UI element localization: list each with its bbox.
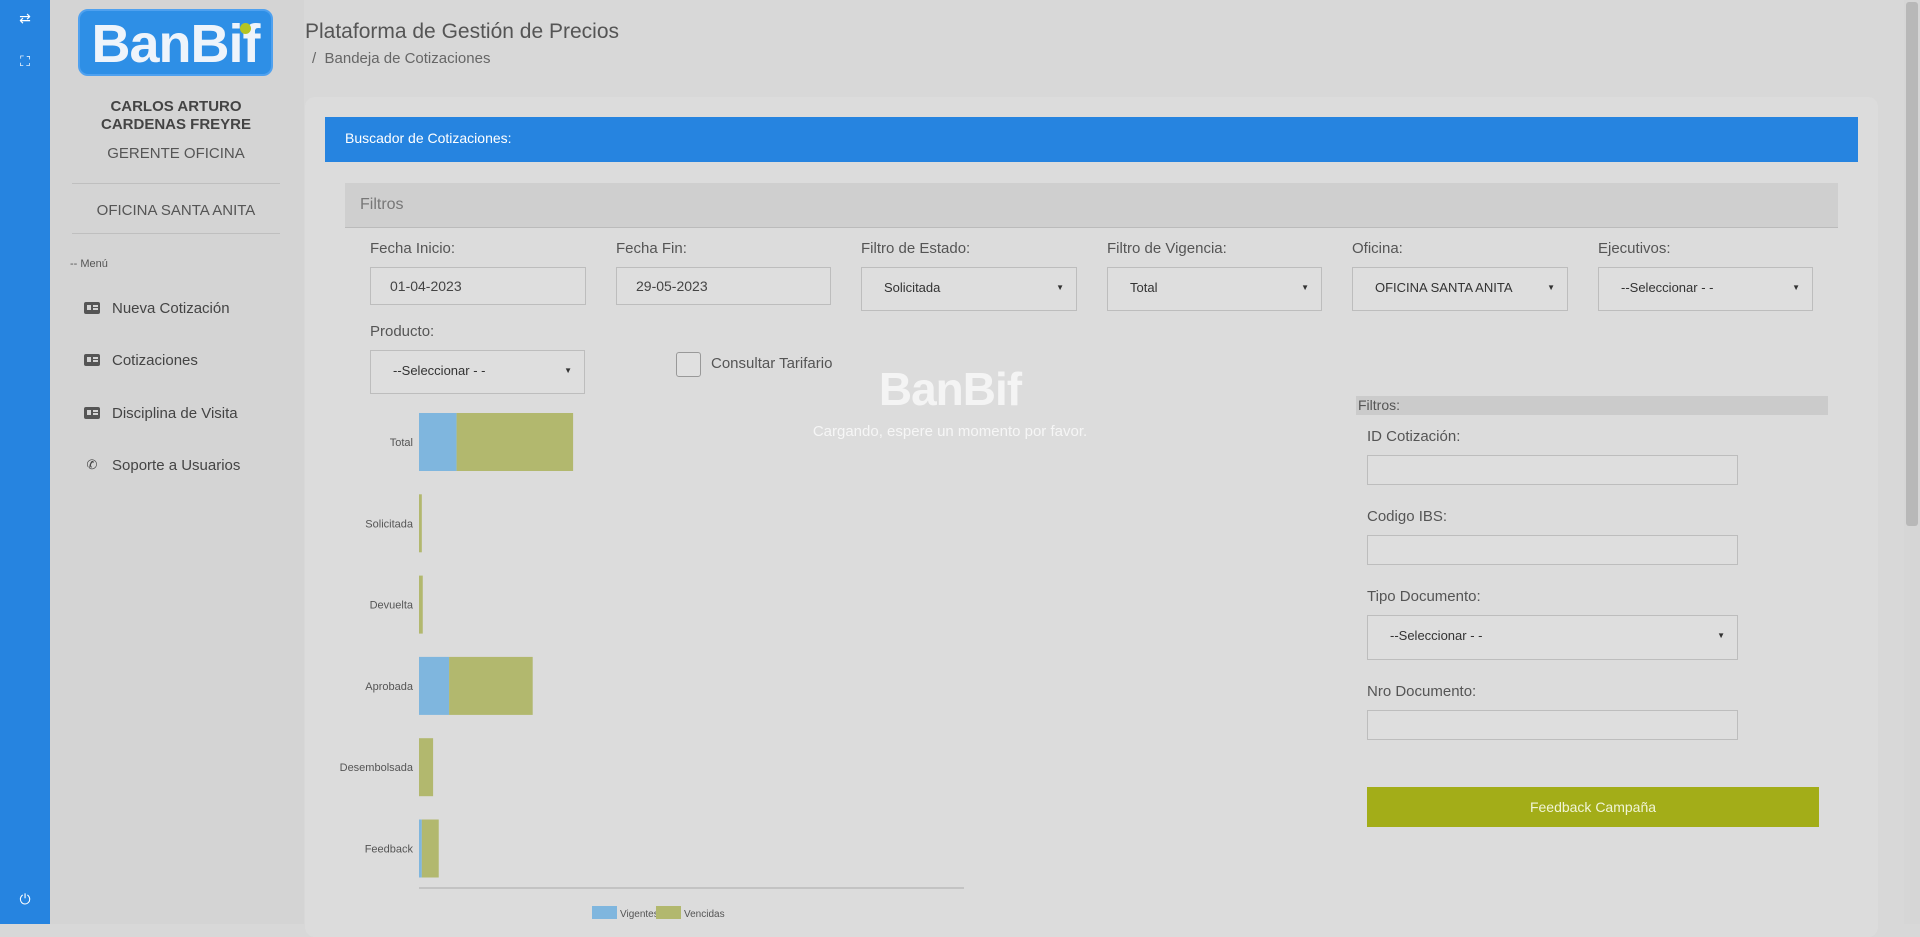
id-cotizacion-input[interactable] <box>1367 455 1738 485</box>
bar-vencidas-desembolsada <box>419 738 434 797</box>
tipo-documento-value: --Seleccionar - - <box>1390 628 1483 643</box>
producto-value: --Seleccionar - - <box>393 363 486 378</box>
category-label: Aprobada <box>365 681 414 693</box>
sidebar-item-label: Soporte a Usuarios <box>112 456 241 474</box>
id-card-icon <box>84 407 100 419</box>
category-label: Solicitada <box>365 518 414 530</box>
fecha-fin-input[interactable]: 29-05-2023 <box>616 267 831 305</box>
category-label: Devuelta <box>370 600 414 612</box>
bar-vencidas-feedback <box>421 819 439 878</box>
tarifario-label[interactable]: Consultar Tarifario <box>711 355 832 372</box>
bar-vigentes-feedback <box>419 819 422 878</box>
right-filters-header: Filtros: <box>1356 396 1828 415</box>
caret-down-icon: ▼ <box>564 366 572 375</box>
phone-icon: ✆ <box>86 457 98 472</box>
legend-swatch-vencidas <box>656 906 681 919</box>
vigencia-select[interactable]: Total ▼ <box>1107 267 1322 311</box>
user-role: GERENTE OFICINA <box>107 145 245 162</box>
oficina-value: OFICINA SANTA ANITA <box>1375 280 1513 295</box>
legend-label-vencidas: Vencidas <box>684 909 725 920</box>
codigo-ibs-label: Codigo IBS: <box>1367 508 1448 525</box>
id-cotizacion-label: ID Cotización: <box>1367 428 1461 445</box>
caret-down-icon: ▼ <box>1547 283 1555 292</box>
power-icon[interactable]: ⏻ <box>13 888 37 912</box>
codigo-ibs-input[interactable] <box>1367 535 1738 565</box>
legend-label-vigentes: Vigentes <box>620 909 659 920</box>
bar-vencidas-aprobada <box>449 656 533 715</box>
fecha-inicio-input[interactable]: 01-04-2023 <box>370 267 586 305</box>
breadcrumb-separator: / <box>312 50 317 67</box>
user-name-line2: CARDENAS FREYRE <box>100 116 251 133</box>
estado-select[interactable]: Solicitada ▼ <box>861 267 1077 311</box>
sidebar-item-label: Nueva Cotización <box>112 299 230 317</box>
sidebar-item-disciplina-de-visita[interactable]: Disciplina de Visita <box>84 401 238 425</box>
user-office: OFICINA SANTA ANITA <box>96 202 256 219</box>
bar-vencidas-total <box>456 413 574 471</box>
icon-strip: ⇄ ⛶ ⏻ <box>0 0 50 924</box>
nro-documento-label: Nro Documento: <box>1367 683 1477 700</box>
vigencia-label: Filtro de Vigencia: <box>1107 240 1227 257</box>
caret-down-icon: ▼ <box>1792 283 1800 292</box>
card-header-title: Buscador de Cotizaciones: <box>345 130 512 146</box>
legend-swatch-vigentes <box>592 906 617 919</box>
bar-vigentes-total <box>419 413 457 471</box>
id-card-icon <box>84 354 100 366</box>
estado-value: Solicitada <box>884 280 941 295</box>
tarifario-checkbox[interactable] <box>676 352 701 377</box>
card-header: Buscador de Cotizaciones: <box>325 117 1858 162</box>
sidebar-item-label: Cotizaciones <box>112 351 198 369</box>
scrollbar-thumb[interactable] <box>1906 2 1918 526</box>
tipo-documento-label: Tipo Documento: <box>1367 588 1481 605</box>
brand-logo[interactable]: BanBif <box>78 9 273 76</box>
sidebar-item-soporte-a-usuarios[interactable]: ✆ Soporte a Usuarios <box>84 453 241 477</box>
feedback-campana-button[interactable]: Feedback Campaña <box>1367 787 1819 827</box>
nro-documento-input[interactable] <box>1367 710 1738 740</box>
fecha-fin-value: 29-05-2023 <box>636 278 708 294</box>
oficina-label: Oficina: <box>1352 240 1403 257</box>
ejecutivos-label: Ejecutivos: <box>1598 240 1671 257</box>
filters-header[interactable]: Filtros <box>345 183 1838 228</box>
category-label: Total <box>390 437 413 449</box>
breadcrumb-current[interactable]: Bandeja de Cotizaciones <box>325 50 491 67</box>
vigencia-value: Total <box>1130 280 1158 295</box>
logo-text: BanBif <box>91 14 261 74</box>
filters-title: Filtros <box>360 196 404 213</box>
sidebar-divider <box>72 183 280 184</box>
bar-vencidas-solicitada <box>419 494 422 553</box>
breadcrumb: / Bandeja de Cotizaciones <box>312 50 490 67</box>
producto-select[interactable]: --Seleccionar - - ▼ <box>370 350 585 394</box>
fecha-inicio-value: 01-04-2023 <box>390 278 462 294</box>
menu-title: -- Menú <box>70 258 108 270</box>
right-filters-title: Filtros: <box>1358 397 1400 413</box>
oficina-select[interactable]: OFICINA SANTA ANITA ▼ <box>1352 267 1568 311</box>
estado-label: Filtro de Estado: <box>861 240 971 257</box>
tipo-documento-select[interactable]: --Seleccionar - - ▼ <box>1367 615 1738 660</box>
bar-vencidas-devuelta <box>419 575 423 634</box>
id-card-icon <box>84 302 100 314</box>
sidebar-item-cotizaciones[interactable]: Cotizaciones <box>84 348 198 372</box>
category-label: Feedback <box>365 844 414 856</box>
sidebar-item-nueva-cotizacion[interactable]: Nueva Cotización <box>84 296 230 320</box>
status-bar-chart: Total Solicitada Devuelta Aprobada Desembols… <box>340 413 964 920</box>
fecha-fin-label: Fecha Fin: <box>616 240 687 257</box>
producto-label: Producto: <box>370 323 435 340</box>
caret-down-icon: ▼ <box>1301 283 1309 292</box>
fecha-inicio-label: Fecha Inicio: <box>370 240 456 257</box>
caret-down-icon: ▼ <box>1717 631 1725 640</box>
bar-vigentes-aprobada <box>419 656 450 715</box>
sidebar-divider <box>72 233 280 234</box>
category-label: Desembolsada <box>340 762 414 774</box>
page-title: Plataforma de Gestión de Precios <box>305 20 619 43</box>
ejecutivos-select[interactable]: --Seleccionar - - ▼ <box>1598 267 1813 311</box>
logo-dot <box>240 23 251 34</box>
sidebar-item-label: Disciplina de Visita <box>112 404 238 422</box>
user-name-line1: CARLOS ARTURO <box>110 98 242 115</box>
swap-arrows-icon[interactable]: ⇄ <box>13 7 37 31</box>
fullscreen-icon[interactable]: ⛶ <box>13 50 37 74</box>
caret-down-icon: ▼ <box>1056 283 1064 292</box>
ejecutivos-value: --Seleccionar - - <box>1621 280 1714 295</box>
